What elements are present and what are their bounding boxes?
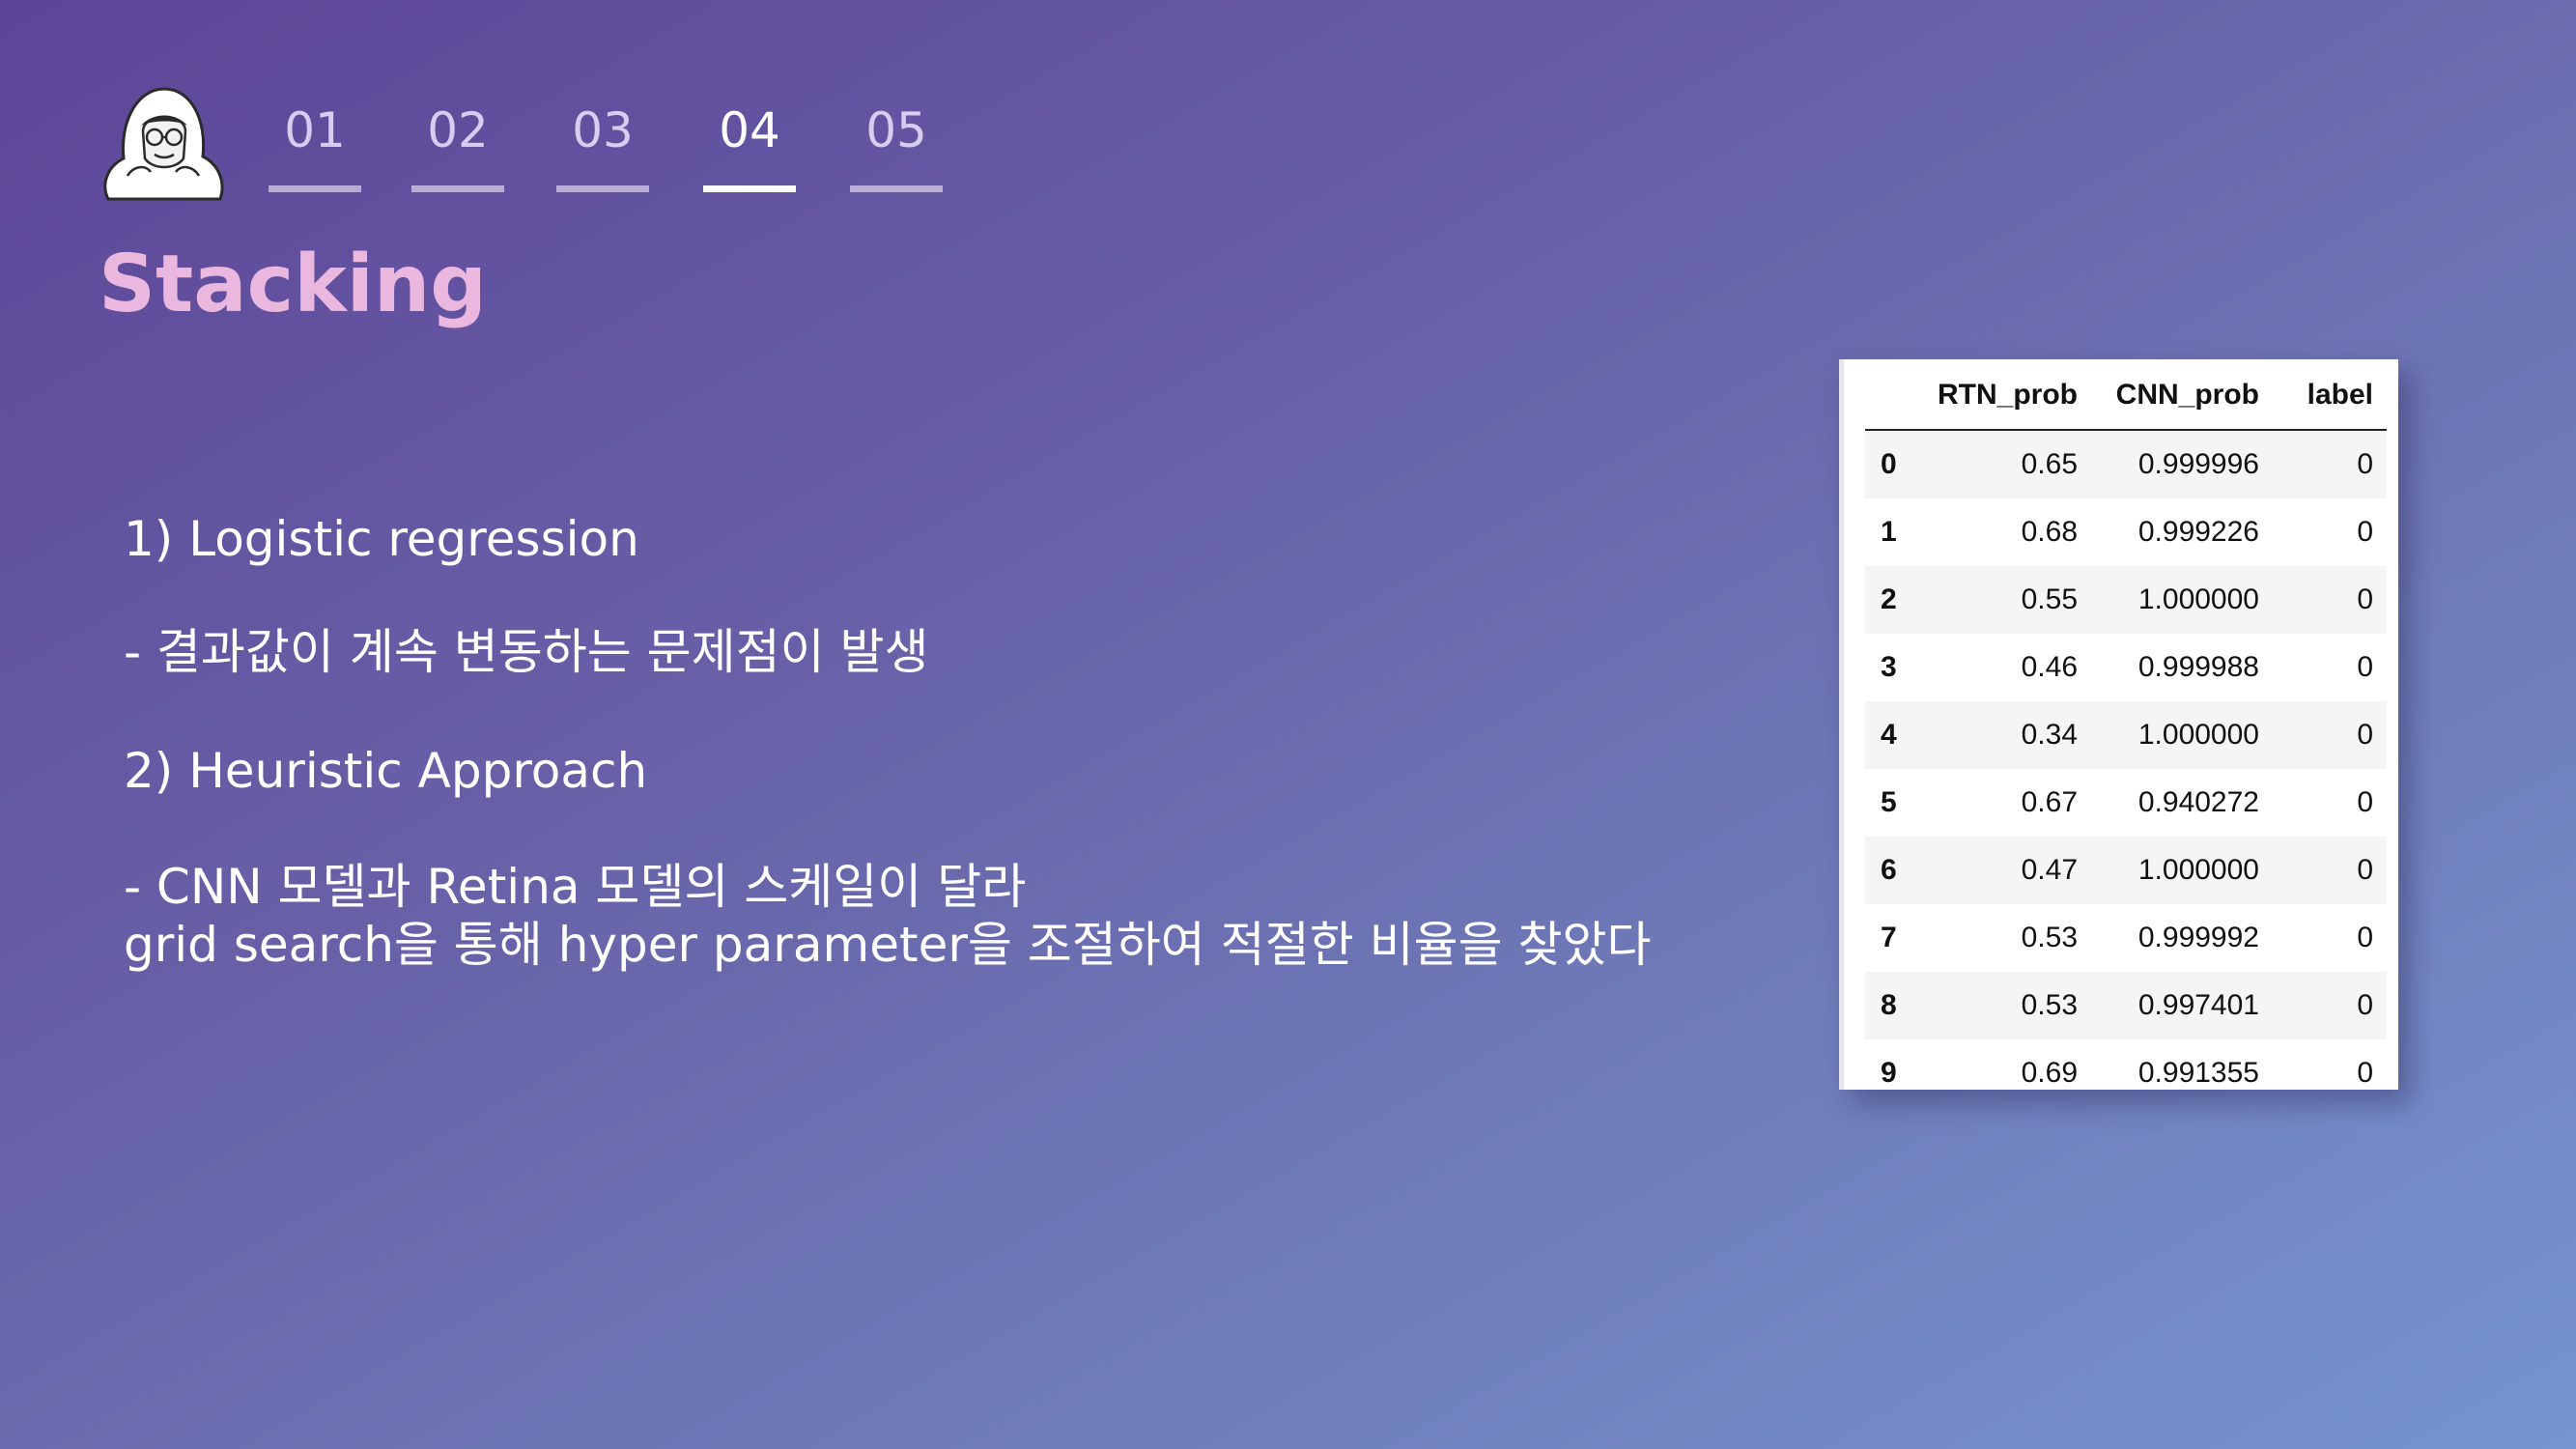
row-index: 5 (1881, 786, 1897, 818)
nav-tab-04[interactable]: 04 (703, 95, 796, 192)
nav-tab-underline (556, 185, 649, 192)
table-cell: 0.53 (2021, 922, 2078, 953)
nav-tab-label: 02 (427, 102, 489, 158)
row-index: 9 (1881, 1057, 1897, 1089)
table-cell: 0.997401 (2078, 972, 2259, 1039)
table-cell: 0.999226 (2137, 516, 2259, 548)
index-header (1865, 365, 1927, 431)
table-row: 6 0.47 1.000000 0 (1865, 837, 2387, 904)
nav-tab-underline (703, 185, 796, 192)
column-header: label (2259, 365, 2387, 431)
row-index: 0 (1865, 430, 1927, 498)
point-logistic-regression-note: - 결과값이 계속 변동하는 문제점이 발생 (124, 624, 929, 680)
page-title: Stacking (99, 239, 487, 330)
table-row: 1 0.68 0.999226 0 (1865, 498, 2387, 566)
table-row: 5 0.67 0.940272 0 (1865, 769, 2387, 837)
nav-tab-underline (269, 185, 361, 192)
nav-tab-03[interactable]: 03 (556, 95, 649, 192)
point-heuristic-approach: 2) Heuristic Approach (124, 743, 648, 799)
table-header-row: RTN_prob CNN_prob label (1865, 365, 2387, 431)
dataframe-panel: RTN_prob CNN_prob label 0 0.65 0.999996 … (1839, 359, 2398, 1090)
hooded-character-icon (99, 83, 228, 203)
row-index: 7 (1881, 922, 1897, 953)
row-index: 4 (1865, 701, 1927, 769)
table-cell: 1.000000 (2078, 837, 2259, 904)
table-row: 0 0.65 0.999996 0 (1865, 430, 2387, 498)
table-cell: 0 (2259, 430, 2387, 498)
table-row: 7 0.53 0.999992 0 (1865, 904, 2387, 972)
table-cell: 0.69 (2021, 1057, 2078, 1089)
table-cell: 0 (2259, 566, 2387, 634)
table-row: 8 0.53 0.997401 0 (1865, 972, 2387, 1039)
nav-tab-label: 04 (719, 102, 780, 158)
table-cell: 0.34 (1927, 701, 2078, 769)
table-cell: 0.53 (1927, 972, 2078, 1039)
nav-tab-01[interactable]: 01 (269, 95, 361, 192)
table-cell: 0.65 (1927, 430, 2078, 498)
table-cell: 0.67 (2021, 786, 2078, 818)
table-cell: 1.000000 (2078, 566, 2259, 634)
table-cell: 0 (2357, 651, 2373, 683)
nav-tab-label: 05 (865, 102, 927, 158)
column-header: RTN_prob (1927, 365, 2078, 431)
nav-tab-underline (411, 185, 504, 192)
table-cell: 0.940272 (2137, 786, 2259, 818)
row-index: 3 (1881, 651, 1897, 683)
nav-tab-underline (850, 185, 943, 192)
point-heuristic-note-1: - CNN 모델과 Retina 모델의 스케일이 달라 (124, 859, 1027, 915)
table-cell: 0 (2357, 1057, 2373, 1089)
table-row: 4 0.34 1.000000 0 (1865, 701, 2387, 769)
table-cell: 0.999996 (2078, 430, 2259, 498)
nav-tab-label: 03 (572, 102, 634, 158)
table-cell: 0.55 (1927, 566, 2078, 634)
table-cell: 0 (2357, 516, 2373, 548)
table-cell: 0.999988 (2137, 651, 2259, 683)
table-cell: 0.999992 (2137, 922, 2259, 953)
table-cell: 0.46 (2021, 651, 2078, 683)
table-row: 3 0.46 0.999988 0 (1865, 634, 2387, 701)
point-heuristic-note-2: grid search을 통해 hyper parameter을 조절하여 적절… (124, 917, 1652, 973)
point-logistic-regression: 1) Logistic regression (124, 511, 639, 567)
table-cell: 0 (2357, 922, 2373, 953)
table-cell: 1.000000 (2078, 701, 2259, 769)
nav-tab-05[interactable]: 05 (850, 95, 943, 192)
row-index: 8 (1865, 972, 1927, 1039)
nav-tab-label: 01 (284, 102, 346, 158)
table-cell: 0 (2357, 786, 2373, 818)
table-row: 2 0.55 1.000000 0 (1865, 566, 2387, 634)
row-index: 6 (1865, 837, 1927, 904)
table-cell: 0 (2259, 972, 2387, 1039)
row-index: 2 (1865, 566, 1927, 634)
table-cell: 0 (2259, 837, 2387, 904)
nav-tab-02[interactable]: 02 (411, 95, 504, 192)
column-header: CNN_prob (2078, 365, 2259, 431)
dataframe-table: RTN_prob CNN_prob label 0 0.65 0.999996 … (1865, 365, 2387, 1107)
table-row: 9 0.69 0.991355 0 (1865, 1039, 2387, 1107)
table-cell: 0 (2259, 701, 2387, 769)
table-cell: 0.991355 (2137, 1057, 2259, 1089)
row-index: 1 (1881, 516, 1897, 548)
table-cell: 0.68 (2021, 516, 2078, 548)
table-cell: 0.47 (1927, 837, 2078, 904)
